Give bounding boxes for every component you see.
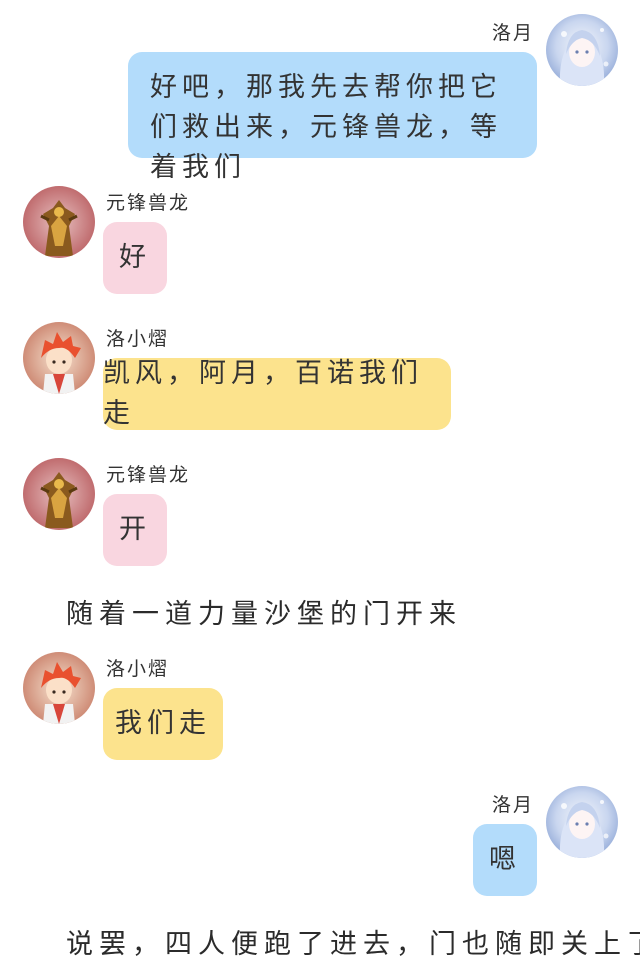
message-bubble: 好吧，那我先去帮你把它们救出来，元锋兽龙，等着我们: [128, 52, 537, 183]
beast-dragon-avatar[interactable]: [23, 186, 95, 258]
sender-name: 洛小熠: [106, 328, 170, 350]
message-bubble: 开: [103, 494, 167, 566]
narration-text: 随着一道力量沙堡的门开来: [66, 599, 462, 630]
red-hair-boy-avatar-icon: [23, 322, 95, 394]
moon-avatar[interactable]: [546, 14, 618, 86]
moon-avatar-icon: [546, 14, 618, 86]
moon-avatar-icon: [546, 786, 618, 858]
sender-name: 洛小熠: [106, 658, 170, 680]
sender-name: 洛月: [491, 794, 534, 816]
moon-avatar[interactable]: [546, 786, 618, 858]
beast-dragon-avatar[interactable]: [23, 458, 95, 530]
red-hair-boy-avatar[interactable]: [23, 652, 95, 724]
message-bubble: 我们走: [103, 688, 223, 760]
sender-name: 洛月: [491, 22, 534, 44]
message-bubble: 嗯: [473, 824, 537, 896]
narration-text: 说罢，四人便跑了进去，门也随即关上了: [66, 929, 640, 960]
beast-dragon-avatar-icon: [23, 458, 95, 530]
message-bubble: 凯风，阿月，百诺我们走: [103, 358, 451, 430]
red-hair-boy-avatar-icon: [23, 652, 95, 724]
message-bubble: 好: [103, 222, 167, 294]
sender-name: 元锋兽龙: [106, 464, 191, 486]
red-hair-boy-avatar[interactable]: [23, 322, 95, 394]
sender-name: 元锋兽龙: [106, 192, 191, 214]
beast-dragon-avatar-icon: [23, 186, 95, 258]
